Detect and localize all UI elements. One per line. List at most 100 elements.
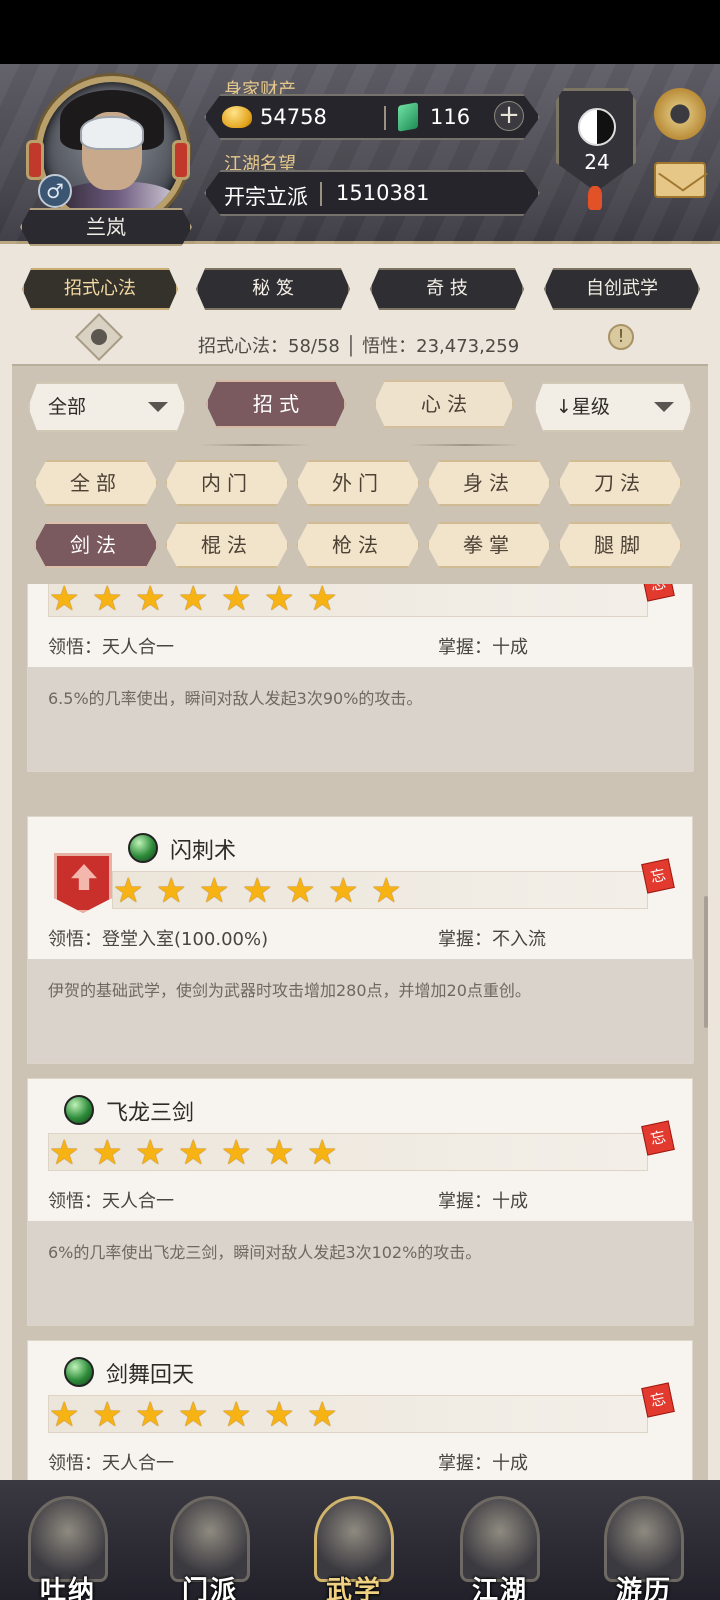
scrollbar[interactable] [704,896,708,1028]
mastery: 掌握：十成 [438,637,528,658]
nav-item[interactable]: 游历 [596,1490,692,1600]
forget-button[interactable]: 忘 [641,1120,675,1156]
star-icon: ★ [135,1395,166,1435]
star-icon: ★ [178,1395,209,1435]
filter-chip[interactable]: 剑法 [34,522,158,568]
fame-divider [320,182,322,206]
star-icon: ★ [371,871,402,911]
skill-card[interactable]: 闪刺术 ★ ★ ★ ★ ★ ★ ★ 领悟：登堂入室(100.00%) 掌握：不入流忘伊贺的基础武学… [27,816,694,1064]
star-icon: ★ [135,584,166,619]
nav-item[interactable]: 吐纳 [20,1490,116,1600]
forget-button[interactable]: 忘 [641,584,675,602]
fame-title: 开宗立派 [224,185,308,209]
gender-icon: ♂ [38,174,72,208]
nav-item[interactable]: 江湖 [452,1490,548,1600]
avatar-mask [80,116,144,150]
info-icon[interactable]: ! [608,324,634,350]
eye-icon[interactable] [74,312,124,362]
filter-chip[interactable]: 身法 [427,460,551,506]
jade-icon [398,102,418,132]
mastery: 掌握：不入流 [438,929,546,950]
sort-dropdown[interactable]: ↓星级 [534,382,692,432]
star-icon: ★ [264,1395,295,1435]
skill-description: 6.5%的几率使出，瞬间对敌人发起3次90%的攻击。 [28,667,694,771]
skill-card[interactable]: 剑舞回天 ★ ★ ★ ★ ★ ★ ★ 领悟：天人合一 掌握：十成忘 [27,1340,693,1480]
filter-chip[interactable]: 拳掌 [427,522,551,568]
filter-chip[interactable]: 全部 [34,460,158,506]
gold-ingot-icon [222,106,252,128]
tab-self-created[interactable]: 自创武学 [544,268,700,310]
star-icon: ★ [92,1133,123,1173]
tab-moves-heart[interactable]: 招式心法 [22,268,178,310]
category-dropdown[interactable]: 全部 [28,382,186,432]
star-icon: ★ [242,871,273,911]
nav-label: 江湖 [471,1576,528,1600]
star-icon: ★ [49,584,80,619]
ornament-left [200,444,310,446]
skill-list[interactable]: 天舞拈花剑★★★★★★★领悟：天人合一掌握：十成忘6.5%的几率使出，瞬间对敌人… [12,584,708,1480]
skill-card[interactable]: 飞龙三剑 ★ ★ ★ ★ ★ ★ ★ 领悟：天人合一 掌握：十成忘 6%的几率使出飞龙三剑，瞬间对敌… [27,1078,694,1326]
star-icon: ★ [221,1133,252,1173]
tab-special-skills[interactable]: 奇 技 [370,268,524,310]
gear-icon[interactable] [654,88,706,140]
star-icon: ★ [49,1133,80,1173]
star-icon: ★ [178,584,209,619]
nav-label: 吐纳 [39,1576,96,1600]
filter-chip[interactable]: 外门 [296,460,420,506]
currency-bar [204,94,540,140]
filter-chip[interactable]: 刀法 [558,460,682,506]
star-icon: ★ [307,1395,338,1435]
fame-value: 1510381 [336,181,430,205]
star-icon: ★ [92,1395,123,1435]
star-icon: ★ [307,584,338,619]
star-icon: ★ [307,1133,338,1173]
avatar-left-ornament [26,140,44,180]
nav-item[interactable]: 门派 [162,1490,258,1600]
chevron-down-icon [654,402,674,412]
upgrade-badge-icon[interactable] [54,853,112,913]
tab-secret-manuals[interactable]: 秘 笈 [196,268,350,310]
star-icon: ★ [156,871,187,911]
toggle-heart-method[interactable]: 心 法 [374,380,514,428]
tassel-icon [588,186,602,210]
skill-name: 飞龙三剑 [106,1101,195,1126]
toggle-moves[interactable]: 招 式 [206,380,346,428]
skill-description: 6%的几率使出飞龙三剑，瞬间对敌人发起3次102%的攻击。 [28,1221,694,1325]
category-dropdown-value: 全部 [48,396,87,418]
mastery: 掌握：十成 [438,1453,528,1474]
skill-card[interactable]: 天舞拈花剑★★★★★★★领悟：天人合一掌握：十成忘6.5%的几率使出，瞬间对敌人… [27,584,694,772]
sword-type-icon [64,1357,94,1387]
forget-button[interactable]: 忘 [641,1382,675,1418]
filter-chip[interactable]: 内门 [165,460,289,506]
filter-chip[interactable]: 枪法 [296,522,420,568]
star-icon: ★ [178,1133,209,1173]
status-bar [0,0,720,64]
star-icon: ★ [113,871,144,911]
moves-stats: 招式心法：58/58 │ 悟性：23,473,259 [198,336,520,357]
filter-chip[interactable]: 腿脚 [558,522,682,568]
star-icon: ★ [199,871,230,911]
chevron-down-icon [148,402,168,412]
jade-amount: 116 [430,105,471,129]
avatar-right-ornament [172,140,190,180]
star-icon: ★ [328,871,359,911]
forget-button[interactable]: 忘 [641,858,675,894]
star-icon: ★ [285,871,316,911]
mastery: 掌握：十成 [438,1191,528,1212]
currency-divider [384,106,386,130]
star-rating: ★ ★ ★ ★ ★ ★ ★ [48,1133,648,1171]
star-icon: ★ [92,584,123,619]
add-currency-button[interactable]: + [494,101,524,131]
screen: ♂ 兰岚 身家财产 54758 116 + 江湖名望 开宗立派 1510381 … [0,0,720,1600]
filter-chip[interactable]: 棍法 [165,522,289,568]
mail-icon[interactable] [654,162,706,198]
skill-name: 闪刺术 [170,839,237,864]
comprehension: 领悟：天人合一 [48,637,174,658]
nav-item[interactable]: 武学 [306,1490,402,1600]
star-rating: ★ ★ ★ ★ ★ ★ ★ [112,871,648,909]
star-icon: ★ [49,1395,80,1435]
up-arrow-icon [71,864,97,890]
star-rating: ★ ★ ★ ★ ★ ★ ★ [48,1395,648,1433]
star-icon: ★ [264,584,295,619]
star-icon: ★ [221,584,252,619]
